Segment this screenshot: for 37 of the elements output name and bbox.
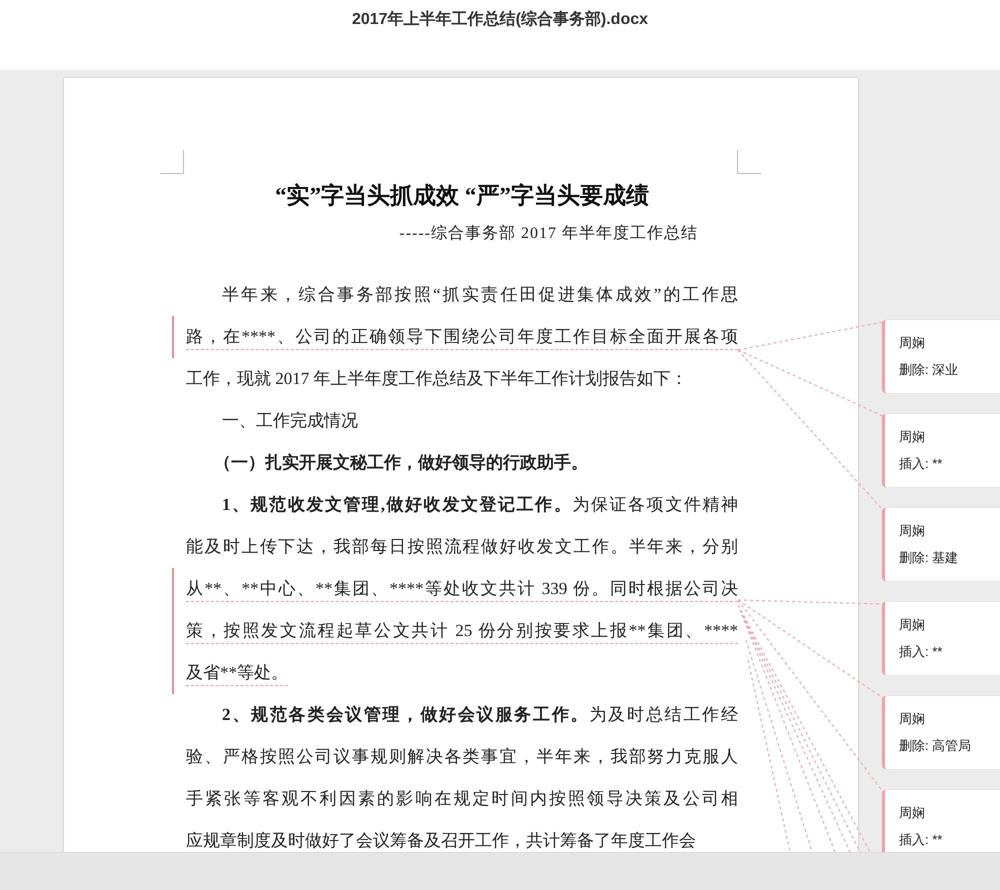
comment-author: 周娴 (899, 334, 925, 352)
change-description: 插入: ** (899, 643, 942, 661)
comment-card[interactable]: 周娴 插入: ** (882, 414, 1000, 487)
paragraph-line: 半年来，综合事务部按照“抓实责任田促进集体成效”的工作思 (221, 284, 738, 306)
paragraph-line: 从**、**中心、**集团、****等处收文共计 339 份。同时根据公司决 (186, 576, 738, 602)
change-description: 插入: ** (899, 831, 942, 849)
comment-card[interactable]: 周娴 删除: 基建 (882, 508, 1000, 581)
paragraph-line: 一、工作完成情况 (221, 410, 358, 432)
document-subtitle: -----综合事务部 2017 年半年度工作总结 (399, 224, 698, 244)
paragraph-line: 工作，现就 2017 年上半年度工作总结及下半年工作计划报告如下： (186, 368, 688, 390)
comment-author: 周娴 (899, 804, 925, 822)
comment-card[interactable]: 周娴 删除: 高管局 (882, 696, 1000, 769)
window-title: 2017年上半年工作总结(综合事务部).docx (352, 9, 648, 30)
corner-mark (160, 150, 184, 174)
document-title: “实”字当头抓成效 “严”字当头要成绩 (275, 182, 649, 210)
change-description: 删除: 高管局 (899, 737, 972, 755)
comment-author: 周娴 (899, 616, 925, 634)
paragraph-line: （一）扎实开展文秘工作，做好领导的行政助手。 (213, 452, 588, 474)
comment-card[interactable]: 周娴 插入: ** (882, 790, 1000, 852)
paragraph-line: 及省**等处。 (186, 660, 288, 686)
paragraph-line: 验、严格按照公司议事规则解决各类事宜，半年来，我部努力克服人 (186, 746, 738, 768)
paragraph-line: 2、规范各类会议管理，做好会议服务工作。为及时总结工作经 (221, 704, 738, 726)
paragraph-line: 手紧张等客观不利因素的影响在规定时间内按照领导决策及公司相 (186, 788, 738, 810)
paragraph-line: 路，在****、公司的正确领导下围绕公司年度工作目标全面开展各项 (186, 324, 738, 350)
change-description: 插入: ** (899, 455, 942, 473)
paragraph-line: 策，按照发文流程起草公文共计 25 份分别按要求上报**集团、**** (186, 618, 738, 644)
comment-author: 周娴 (899, 428, 925, 446)
change-description: 删除: 深业 (899, 361, 958, 379)
paragraph-line: 能及时上传下达，我部每日按照流程做好收发文工作。半年来，分别 (186, 536, 738, 558)
change-description: 删除: 基建 (899, 549, 958, 567)
comment-author: 周娴 (899, 522, 925, 540)
corner-mark (737, 150, 761, 174)
comment-card[interactable]: 周娴 插入: ** (882, 602, 1000, 675)
paragraph-line: 应规章制度及时做好了会议筹备及召开工作，共计筹备了年度工作会 (186, 830, 696, 852)
paragraph-line: 1、规范收发文管理,做好收发文登记工作。为保证各项文件精神 (221, 494, 738, 516)
comment-author: 周娴 (899, 710, 925, 728)
comment-card[interactable]: 周娴 删除: 深业 (882, 320, 1000, 393)
